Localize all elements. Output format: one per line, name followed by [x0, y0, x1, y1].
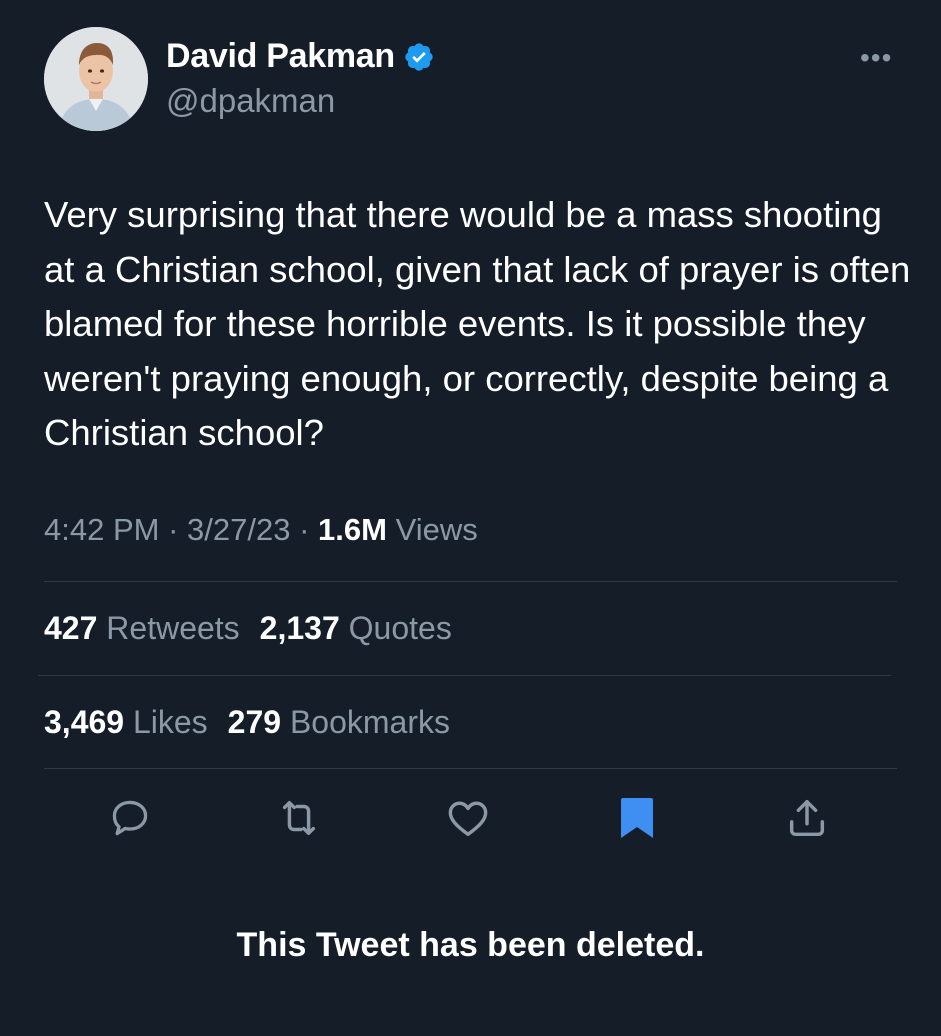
divider: [44, 581, 897, 582]
display-name-text: David Pakman: [166, 37, 395, 75]
profile-photo-icon: [44, 27, 148, 131]
like-icon: [448, 801, 488, 837]
retweets-label: Retweets: [106, 610, 240, 646]
avatar[interactable]: [44, 27, 148, 131]
action-bar: [0, 795, 941, 845]
share-icon: [789, 799, 825, 837]
quotes-label: Quotes: [348, 610, 452, 646]
bookmark-icon: [621, 798, 653, 838]
tweet-time[interactable]: 4:42 PM: [44, 512, 159, 547]
quotes-count: 2,137: [259, 610, 340, 646]
stats-row-retweets: 427 Retweets 2,137 Quotes: [44, 610, 452, 647]
quotes-stat[interactable]: 2,137 Quotes: [260, 610, 452, 646]
retweet-button[interactable]: [276, 795, 322, 841]
views-count: 1.6M: [318, 512, 387, 547]
views-label: Views: [395, 512, 478, 547]
meta-separator: ·: [168, 512, 179, 547]
bookmark-button[interactable]: [614, 795, 660, 841]
divider: [44, 768, 897, 769]
deleted-notice: This Tweet has been deleted.: [236, 926, 705, 964]
author-handle[interactable]: @dpakman: [166, 82, 335, 120]
retweets-stat[interactable]: 427 Retweets: [44, 610, 240, 646]
bookmarks-stat[interactable]: 279 Bookmarks: [228, 704, 450, 740]
reply-button[interactable]: [107, 795, 153, 841]
divider: [38, 675, 891, 676]
bookmarks-count: 279: [227, 704, 282, 740]
verified-badge-icon: [405, 42, 433, 71]
retweet-icon: [282, 800, 316, 836]
more-options-icon[interactable]: •••: [860, 42, 892, 74]
author-name[interactable]: David Pakman: [166, 37, 435, 76]
tweet-text: Very surprising that there would be a ma…: [44, 194, 911, 453]
like-button[interactable]: [445, 795, 491, 841]
likes-count: 3,469: [44, 704, 125, 740]
meta-separator: ·: [299, 512, 310, 547]
bookmarks-label: Bookmarks: [289, 704, 450, 740]
tweet-date[interactable]: 3/27/23: [187, 512, 290, 547]
share-button[interactable]: [784, 795, 830, 841]
tweet-meta: 4:42 PM · 3/27/23 · 1.6M Views: [44, 512, 478, 548]
stats-row-likes: 3,469 Likes 279 Bookmarks: [44, 704, 450, 741]
retweets-count: 427: [44, 610, 98, 646]
likes-stat[interactable]: 3,469 Likes: [44, 704, 208, 740]
likes-label: Likes: [132, 704, 208, 740]
reply-icon: [112, 800, 148, 836]
